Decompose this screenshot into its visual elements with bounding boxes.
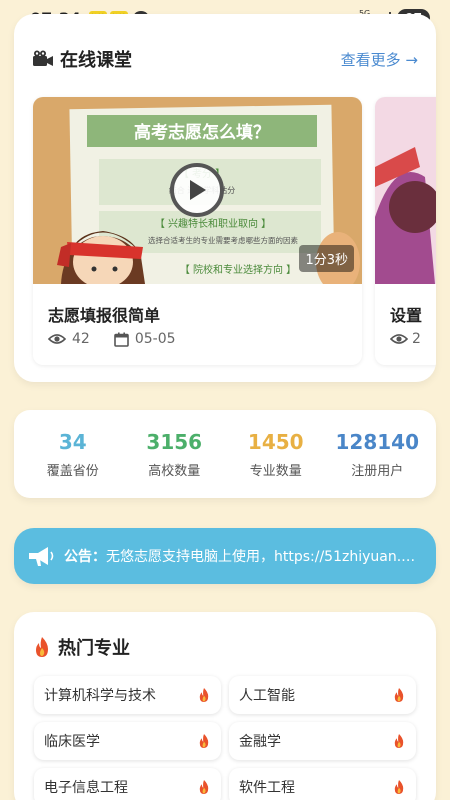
fire-icon: [394, 734, 404, 748]
stat-value: 34: [58, 429, 87, 454]
notice-text: 无悠志愿支持电脑上使用，https://51zhiyuan.com: [106, 549, 422, 565]
video-card[interactable]: 高考志愿怎么填？ 【 考分 】 结合 进行学科估分 【 兴趣特长和职业取向 】 …: [33, 97, 362, 365]
notice-label: 公告：: [64, 549, 106, 565]
thumb-line: 【 院校和专业选择方向 】: [180, 263, 296, 276]
major-name: 金融学: [239, 734, 281, 750]
stat-label: 注册用户: [351, 463, 404, 479]
fire-icon: [199, 734, 209, 748]
video-thumbnail[interactable]: [375, 97, 436, 284]
video-meta: 2: [390, 331, 421, 347]
major-item[interactable]: 人工智能: [229, 676, 416, 714]
video-date: 05-05: [134, 331, 176, 347]
video-meta: 42 05-05: [48, 331, 176, 347]
stat-label: 高校数量: [148, 463, 201, 479]
thumb-line: 【 兴趣特长和职业取向 】: [155, 217, 271, 230]
video-title: 志愿填报很简单: [48, 306, 161, 325]
fire-icon: [394, 780, 404, 794]
eye-icon: [390, 334, 408, 344]
stat-value: 1450: [247, 429, 304, 454]
course-section-title: 在线课堂: [60, 50, 132, 71]
course-header: 在线课堂 查看更多 →: [32, 44, 418, 74]
video-duration: 1分3秒: [299, 245, 354, 272]
online-course-card: 在线课堂 查看更多 → 高考志愿怎么填？ 【 考分 】 结合 进行学科估分 【 …: [14, 14, 436, 382]
view-more-link[interactable]: 查看更多 →: [341, 49, 418, 70]
stat-users: 128140 注册用户: [330, 430, 425, 479]
video-title: 设置: [390, 306, 423, 325]
major-item[interactable]: 金融学: [229, 722, 416, 760]
majors-header: 热门专业: [32, 634, 130, 660]
video-card[interactable]: 设置 2: [375, 97, 436, 365]
major-item[interactable]: 软件工程: [229, 768, 416, 800]
thumb-heading: 高考志愿怎么填？: [134, 122, 270, 143]
stat-value: 3156: [146, 429, 203, 454]
megaphone-icon: [29, 547, 54, 566]
stat-value: 128140: [335, 429, 420, 454]
major-item[interactable]: 计算机科学与技术: [34, 676, 221, 714]
fire-icon: [394, 688, 404, 702]
major-name: 临床医学: [44, 734, 100, 750]
majors-grid: 计算机科学与技术 人工智能 临床医学 金融学 电子信息工程 软件工程: [34, 676, 416, 800]
video-thumbnail[interactable]: 高考志愿怎么填？ 【 考分 】 结合 进行学科估分 【 兴趣特长和职业取向 】 …: [33, 97, 362, 284]
calendar-icon: [114, 332, 129, 347]
fire-icon: [199, 688, 209, 702]
hot-majors-card: 热门专业 计算机科学与技术 人工智能 临床医学 金融学 电子信息工程 软件工程: [14, 612, 436, 800]
major-item[interactable]: 电子信息工程: [34, 768, 221, 800]
view-count: 2: [412, 331, 421, 347]
fire-icon: [36, 637, 48, 657]
announcement-bar[interactable]: 公告： 无悠志愿支持电脑上使用，https://51zhiyuan.com: [14, 528, 436, 584]
thumb-line: 选择合适考生的专业需要考虑哪些方面的因素: [148, 235, 298, 245]
view-count: 42: [72, 331, 90, 347]
play-button[interactable]: [170, 163, 224, 217]
stat-universities: 3156 高校数量: [127, 430, 222, 479]
eye-icon: [48, 334, 66, 344]
fire-icon: [199, 780, 209, 794]
video-camera-icon: [33, 50, 53, 66]
stat-provinces: 34 覆盖省份: [25, 430, 120, 479]
major-name: 人工智能: [239, 688, 295, 704]
stat-majors: 1450 专业数量: [228, 430, 323, 479]
stats-card: 34 覆盖省份 3156 高校数量 1450 专业数量 128140 注册用户: [14, 410, 436, 498]
majors-title: 热门专业: [58, 638, 130, 659]
play-icon: [190, 180, 206, 200]
stat-label: 覆盖省份: [46, 463, 99, 479]
major-name: 电子信息工程: [44, 780, 128, 796]
major-item[interactable]: 临床医学: [34, 722, 221, 760]
stat-label: 专业数量: [249, 463, 302, 479]
major-name: 软件工程: [239, 780, 295, 796]
major-name: 计算机科学与技术: [44, 688, 156, 704]
